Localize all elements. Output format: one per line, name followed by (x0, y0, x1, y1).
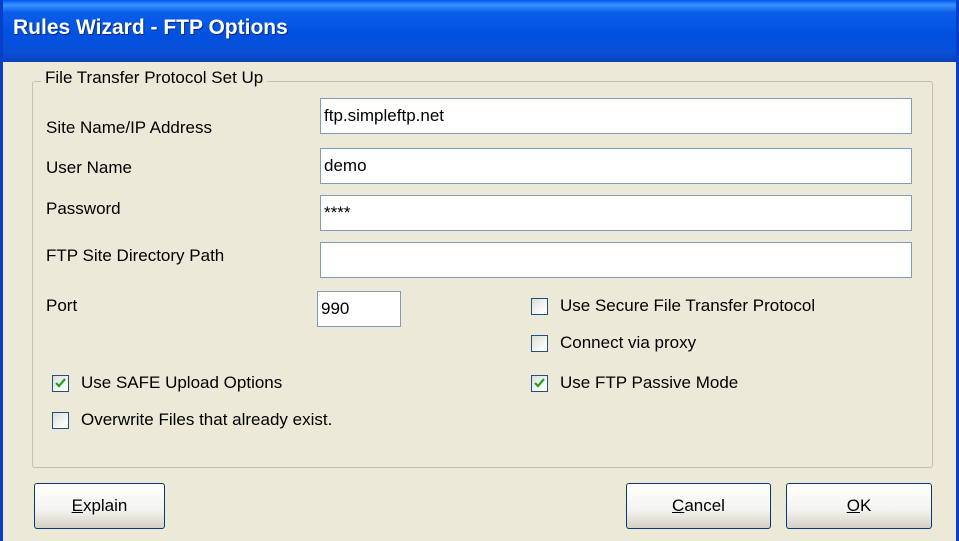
ok-button-label: OK (846, 496, 872, 515)
secure-ftp-checkbox-label: Use Secure File Transfer Protocol (560, 296, 816, 315)
checkmark-icon (534, 377, 545, 388)
proxy-checkbox-label: Connect via proxy (560, 333, 697, 352)
overwrite-files-checkbox-box[interactable] (52, 411, 69, 429)
secure-ftp-checkbox-box[interactable] (531, 297, 548, 315)
proxy-checkbox-box[interactable] (531, 334, 548, 352)
ftp-options-dialog: Rules Wizard - FTP Options File Transfer… (0, 0, 959, 541)
cancel-button[interactable]: Cancel (626, 483, 771, 529)
explain-button[interactable]: Explain (34, 483, 165, 529)
directory-path-label: FTP Site Directory Path (46, 246, 225, 265)
window-title: Rules Wizard - FTP Options (13, 16, 288, 39)
passive-mode-checkbox[interactable]: Use FTP Passive Mode (531, 373, 738, 393)
passive-mode-checkbox-box[interactable] (531, 374, 548, 392)
passive-mode-checkbox-label: Use FTP Passive Mode (560, 373, 739, 392)
group-legend: File Transfer Protocol Set Up (41, 68, 268, 88)
cancel-button-label: Cancel (672, 496, 725, 515)
port-label: Port (46, 296, 78, 315)
safe-upload-checkbox[interactable]: Use SAFE Upload Options (52, 373, 282, 393)
user-name-label: User Name (46, 158, 132, 177)
safe-upload-checkbox-label: Use SAFE Upload Options (81, 373, 283, 392)
overwrite-files-checkbox-label: Overwrite Files that already exist. (81, 410, 333, 429)
site-name-label: Site Name/IP Address (46, 118, 212, 137)
safe-upload-checkbox-box[interactable] (52, 374, 69, 392)
title-bar[interactable]: Rules Wizard - FTP Options (3, 0, 956, 62)
site-name-input[interactable] (320, 98, 912, 134)
overwrite-files-checkbox[interactable]: Overwrite Files that already exist. (52, 410, 332, 430)
proxy-checkbox[interactable]: Connect via proxy (531, 333, 696, 353)
port-input[interactable] (317, 291, 401, 327)
checkmark-icon (55, 377, 66, 388)
ok-button[interactable]: OK (786, 483, 932, 529)
directory-path-input[interactable] (320, 242, 912, 278)
password-label: Password (46, 199, 121, 218)
user-name-input[interactable] (320, 148, 912, 184)
secure-ftp-checkbox[interactable]: Use Secure File Transfer Protocol (531, 296, 815, 316)
password-input[interactable] (320, 195, 912, 231)
explain-button-label: Explain (71, 496, 128, 515)
